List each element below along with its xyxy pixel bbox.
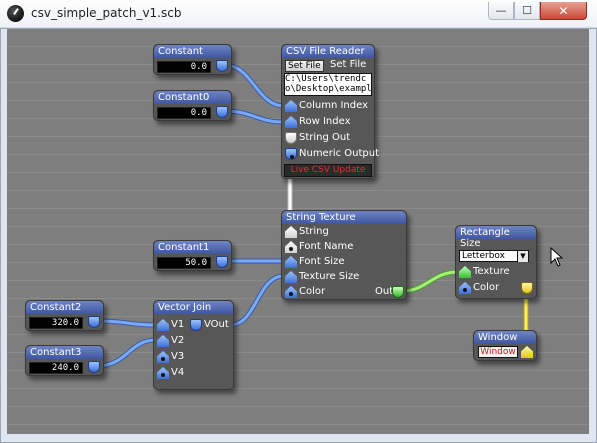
- port-label-texture: Texture: [473, 266, 510, 277]
- node-constant1[interactable]: Constant1 50.0: [153, 240, 232, 271]
- v2-port-icon[interactable]: [157, 335, 169, 347]
- live-csv-update-button[interactable]: Live CSV Update: [284, 164, 372, 177]
- node-rectangle[interactable]: Rectangle Size Letterbox ▼ Texture Color: [455, 225, 537, 299]
- patch-canvas[interactable]: Constant 0.0 Constant0 0.0 CSV File Read…: [7, 29, 589, 434]
- node-title: Constant1: [154, 241, 231, 254]
- app-icon: [7, 5, 24, 22]
- output-port-icon[interactable]: [88, 361, 100, 373]
- path-line-2: o\Desktop\exampl: [285, 84, 372, 94]
- node-csv-file-reader[interactable]: CSV File Reader Set File Set File C:\Use…: [281, 44, 379, 179]
- port-label-vout: VOut: [204, 319, 229, 330]
- port-label-v1: V1: [171, 319, 185, 330]
- value-field[interactable]: 0.0: [157, 61, 211, 73]
- path-line-1: C:\Users\trendc: [285, 74, 367, 84]
- value-field[interactable]: 0.0: [157, 107, 211, 119]
- size-select-value: Letterbox: [462, 251, 505, 261]
- port-label-column-index: Column Index: [299, 100, 369, 111]
- string-port-icon[interactable]: [285, 226, 297, 238]
- maximize-button[interactable]: ☐: [514, 2, 540, 20]
- output-port-icon[interactable]: [216, 60, 228, 72]
- port-label-v3: V3: [171, 351, 185, 362]
- output-port-icon[interactable]: [216, 106, 228, 118]
- set-file-button[interactable]: Set File: [285, 60, 324, 72]
- port-label-numeric-output: Numeric Output: [299, 148, 380, 159]
- font-name-port-icon[interactable]: [285, 241, 297, 253]
- output-port-icon[interactable]: [216, 256, 228, 268]
- node-vector-join[interactable]: Vector Join V1 VOut V2 V3 V4: [153, 300, 234, 390]
- v3-port-icon[interactable]: [157, 351, 169, 363]
- node-title: Constant3: [26, 346, 103, 359]
- file-path-field[interactable]: C:\Users\trendc o\Desktop\exampl: [284, 73, 372, 96]
- value-field[interactable]: 320.0: [29, 317, 83, 329]
- column-index-port-icon[interactable]: [285, 100, 297, 112]
- window-input-port-icon[interactable]: [521, 346, 533, 358]
- node-title: String Texture: [282, 211, 406, 224]
- port-label-string: String: [299, 226, 329, 237]
- set-file-label: Set File: [330, 59, 367, 70]
- port-label-texture-size: Texture Size: [299, 271, 360, 282]
- node-constant[interactable]: Constant 0.0: [153, 44, 232, 75]
- node-title: Constant: [154, 45, 231, 58]
- out-port-icon[interactable]: [392, 286, 404, 298]
- color-port-icon[interactable]: [459, 282, 471, 294]
- output-port-icon[interactable]: [521, 282, 533, 294]
- size-select[interactable]: Letterbox ▼: [459, 250, 529, 262]
- port-label-font-size: Font Size: [299, 256, 345, 267]
- chevron-down-icon[interactable]: ▼: [517, 251, 528, 262]
- node-constant3[interactable]: Constant3 240.0: [25, 345, 104, 376]
- texture-size-port-icon[interactable]: [285, 271, 297, 283]
- node-title: CSV File Reader: [282, 45, 374, 58]
- texture-port-icon[interactable]: [459, 266, 471, 278]
- port-label-color: Color: [473, 282, 500, 293]
- port-label-string-out: String Out: [299, 132, 351, 143]
- port-label-row-index: Row Index: [299, 116, 351, 127]
- node-window[interactable]: Window Window: [473, 330, 537, 361]
- node-string-texture[interactable]: String Texture String Font Name Font Siz…: [281, 210, 407, 300]
- port-label-color: Color: [299, 286, 326, 297]
- vout-port-icon[interactable]: [190, 319, 202, 331]
- port-label-out: Out: [375, 286, 394, 297]
- node-constant0[interactable]: Constant0 0.0: [153, 90, 232, 121]
- v1-port-icon[interactable]: [157, 319, 169, 331]
- v4-port-icon[interactable]: [157, 367, 169, 379]
- string-out-port-icon[interactable]: [285, 132, 297, 144]
- node-title: Window: [474, 331, 536, 344]
- title-bar: csv_simple_patch_v1.scb — ☐ ✕: [0, 0, 597, 28]
- node-title: Vector Join: [154, 301, 233, 314]
- numeric-output-port-icon[interactable]: [285, 148, 297, 160]
- node-constant2[interactable]: Constant2 320.0: [25, 300, 104, 331]
- port-label-v2: V2: [171, 335, 185, 346]
- node-title: Constant2: [26, 301, 103, 314]
- close-button[interactable]: ✕: [540, 2, 587, 20]
- size-label: Size: [460, 238, 481, 249]
- font-size-port-icon[interactable]: [285, 256, 297, 268]
- value-field[interactable]: 50.0: [157, 257, 211, 269]
- minimize-button[interactable]: —: [488, 2, 514, 20]
- port-label-font-name: Font Name: [299, 241, 354, 252]
- row-index-port-icon[interactable]: [285, 116, 297, 128]
- window-title: csv_simple_patch_v1.scb: [31, 6, 182, 20]
- port-label-v4: V4: [171, 367, 185, 378]
- value-field[interactable]: 240.0: [29, 362, 83, 374]
- mouse-cursor-icon: [550, 247, 564, 267]
- window-button[interactable]: Window: [478, 346, 518, 358]
- node-title: Constant0: [154, 91, 231, 104]
- color-port-icon[interactable]: [285, 286, 297, 298]
- output-port-icon[interactable]: [88, 316, 100, 328]
